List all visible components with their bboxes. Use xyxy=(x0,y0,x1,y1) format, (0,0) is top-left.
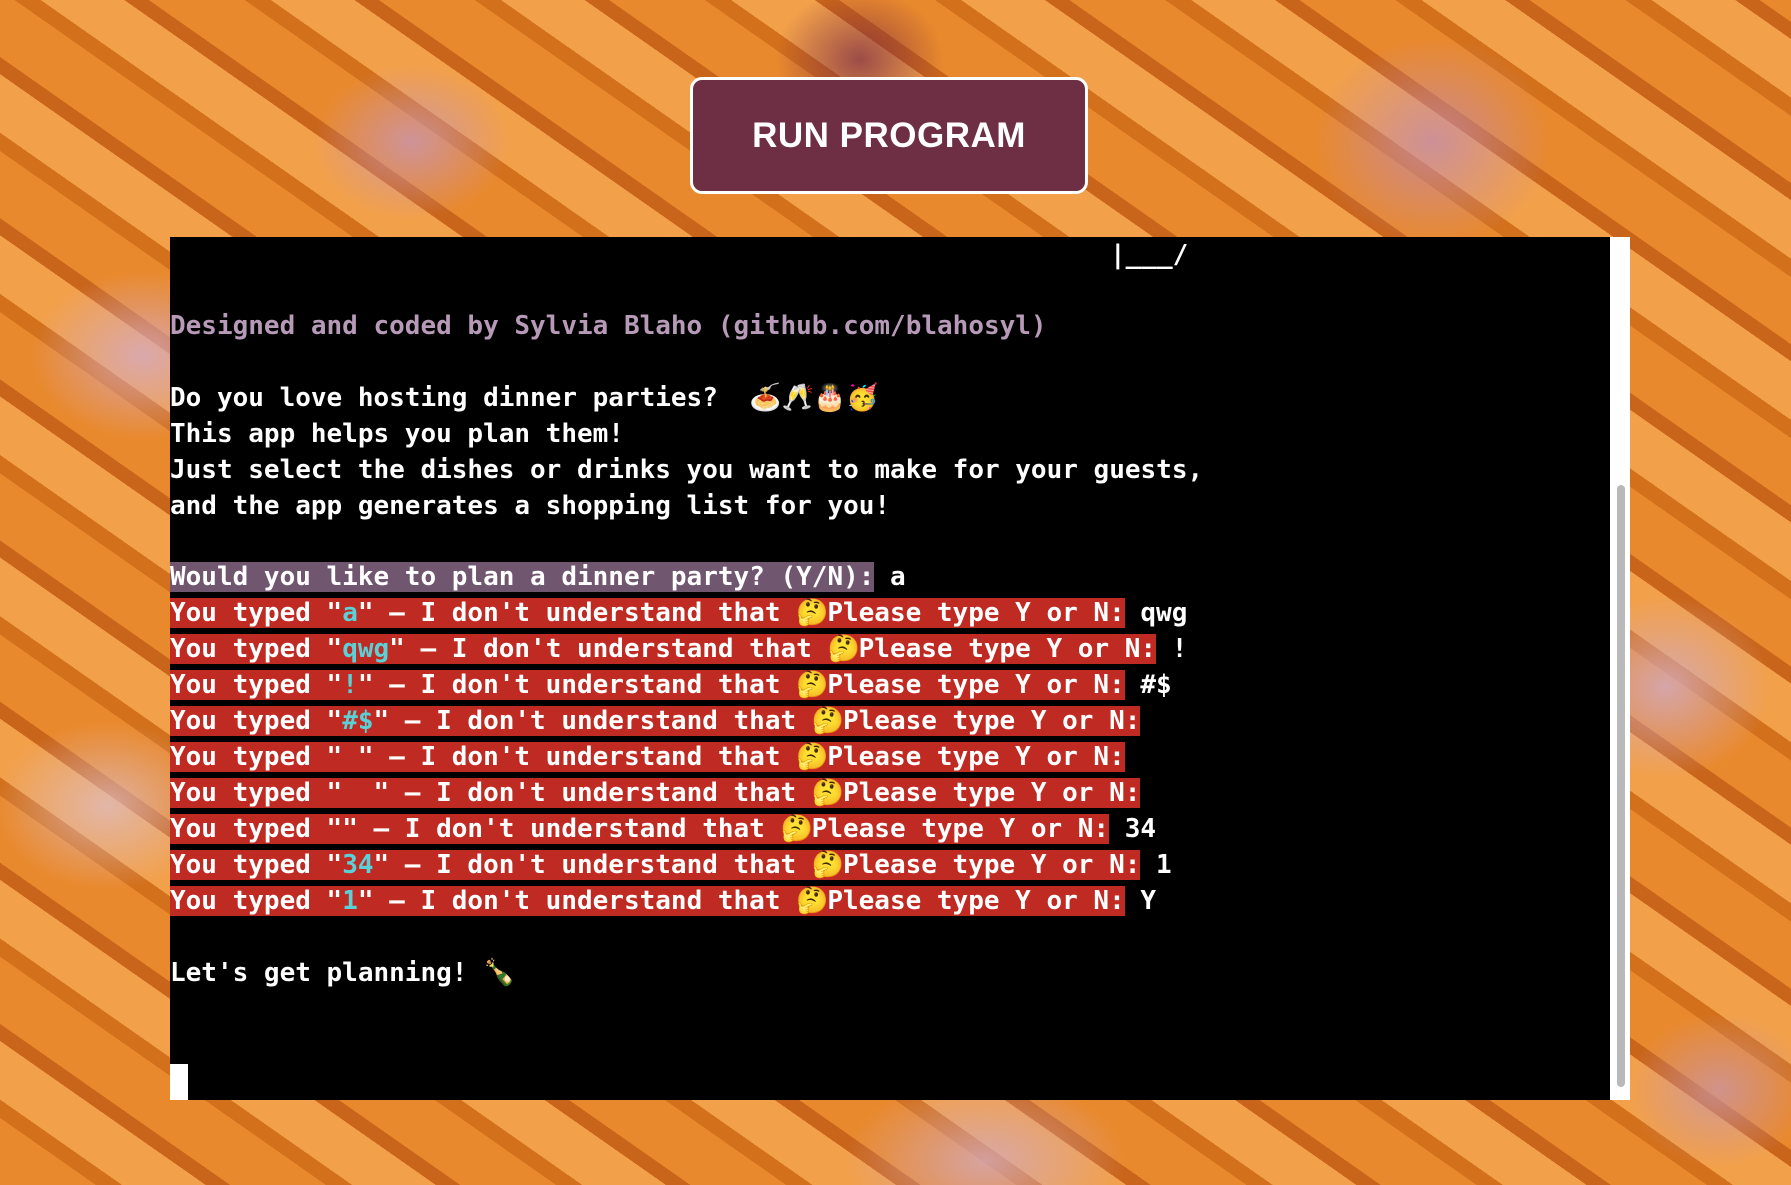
user-answer: Y xyxy=(1124,886,1157,916)
echoed-input: qwg xyxy=(342,634,390,664)
thinking-face-icon: 🤔 xyxy=(796,742,829,772)
thinking-face-icon: 🤔 xyxy=(780,814,813,844)
ascii-art-fragment: |___/ xyxy=(1110,240,1189,270)
thinking-face-icon: 🤔 xyxy=(811,850,845,880)
error-line: You typed " " — I don't understand that … xyxy=(170,739,1125,775)
error-message: You typed " " — I don't understand that … xyxy=(170,778,1141,808)
echoed-input: #$ xyxy=(342,706,374,736)
terminal-scrollbar[interactable] xyxy=(1610,237,1630,1100)
terminal-cursor[interactable] xyxy=(170,1064,188,1100)
party-emoji-icons: 🍝🥂🎂🥳 xyxy=(749,383,879,413)
error-message: You typed "34" — I don't understand that… xyxy=(170,850,1141,880)
user-answer: #$ xyxy=(1124,670,1172,700)
prompt-question: Would you like to plan a dinner party? (… xyxy=(170,562,875,592)
intro-line: This app helps you plan them! xyxy=(170,419,624,449)
closing-text: Let's get planning! xyxy=(170,958,484,988)
intro-line: Just select the dishes or drinks you wan… xyxy=(170,455,1204,485)
error-message: You typed "" — I don't understand that 🤔… xyxy=(170,814,1110,844)
credit-line: Designed and coded by Sylvia Blaho (gith… xyxy=(170,311,1047,341)
user-answer: ! xyxy=(1156,634,1188,664)
echoed-input xyxy=(342,742,358,772)
scrollbar-thumb[interactable] xyxy=(1617,485,1625,1087)
thinking-face-icon: 🤔 xyxy=(827,634,860,664)
terminal-window[interactable]: |___/ Designed and coded by Sylvia Blaho… xyxy=(170,237,1630,1100)
run-program-button[interactable]: RUN PROGRAM xyxy=(690,77,1088,194)
thinking-face-icon: 🤔 xyxy=(811,706,845,736)
thinking-face-icon: 🤔 xyxy=(811,778,845,808)
echoed-input: a xyxy=(342,598,358,628)
user-answer: 1 xyxy=(1140,850,1172,880)
closing-line: Let's get planning! 🍾 xyxy=(170,955,515,991)
echoed-input xyxy=(342,778,373,808)
error-message: You typed " " — I don't understand that … xyxy=(170,742,1125,772)
error-line: You typed "1" — I don't understand that … xyxy=(170,883,1156,919)
error-line: You typed "34" — I don't understand that… xyxy=(170,847,1172,883)
echoed-input: 1 xyxy=(342,886,358,916)
error-line: You typed "#$" — I don't understand that… xyxy=(170,703,1141,739)
user-answer: qwg xyxy=(1124,598,1188,628)
champagne-bottle-icon: 🍾 xyxy=(483,958,516,988)
intro-line: Do you love hosting dinner parties? 🍝🥂🎂🥳 xyxy=(170,380,879,416)
error-line: You typed "" — I don't understand that 🤔… xyxy=(170,811,1156,847)
error-line: You typed "qwg" — I don't understand tha… xyxy=(170,631,1187,667)
intro-text: Do you love hosting dinner parties? xyxy=(170,383,750,413)
prompt-answer: a xyxy=(874,562,906,592)
error-message: You typed "!" — I don't understand that … xyxy=(170,670,1125,700)
error-message: You typed "a" — I don't understand that … xyxy=(170,598,1125,628)
thinking-face-icon: 🤔 xyxy=(796,598,829,628)
error-line: You typed " " — I don't understand that … xyxy=(170,775,1141,811)
error-message: You typed "1" — I don't understand that … xyxy=(170,886,1125,916)
echoed-input: ! xyxy=(342,670,358,700)
user-answer: 34 xyxy=(1109,814,1157,844)
error-line: You typed "!" — I don't understand that … xyxy=(170,667,1172,703)
thinking-face-icon: 🤔 xyxy=(796,886,829,916)
error-message: You typed "qwg" — I don't understand tha… xyxy=(170,634,1157,664)
thinking-face-icon: 🤔 xyxy=(796,670,829,700)
prompt-line: Would you like to plan a dinner party? (… xyxy=(170,559,906,595)
error-line: You typed "a" — I don't understand that … xyxy=(170,595,1187,631)
intro-line: and the app generates a shopping list fo… xyxy=(170,491,891,521)
echoed-input: 34 xyxy=(342,850,374,880)
error-message: You typed "#$" — I don't understand that… xyxy=(170,706,1141,736)
